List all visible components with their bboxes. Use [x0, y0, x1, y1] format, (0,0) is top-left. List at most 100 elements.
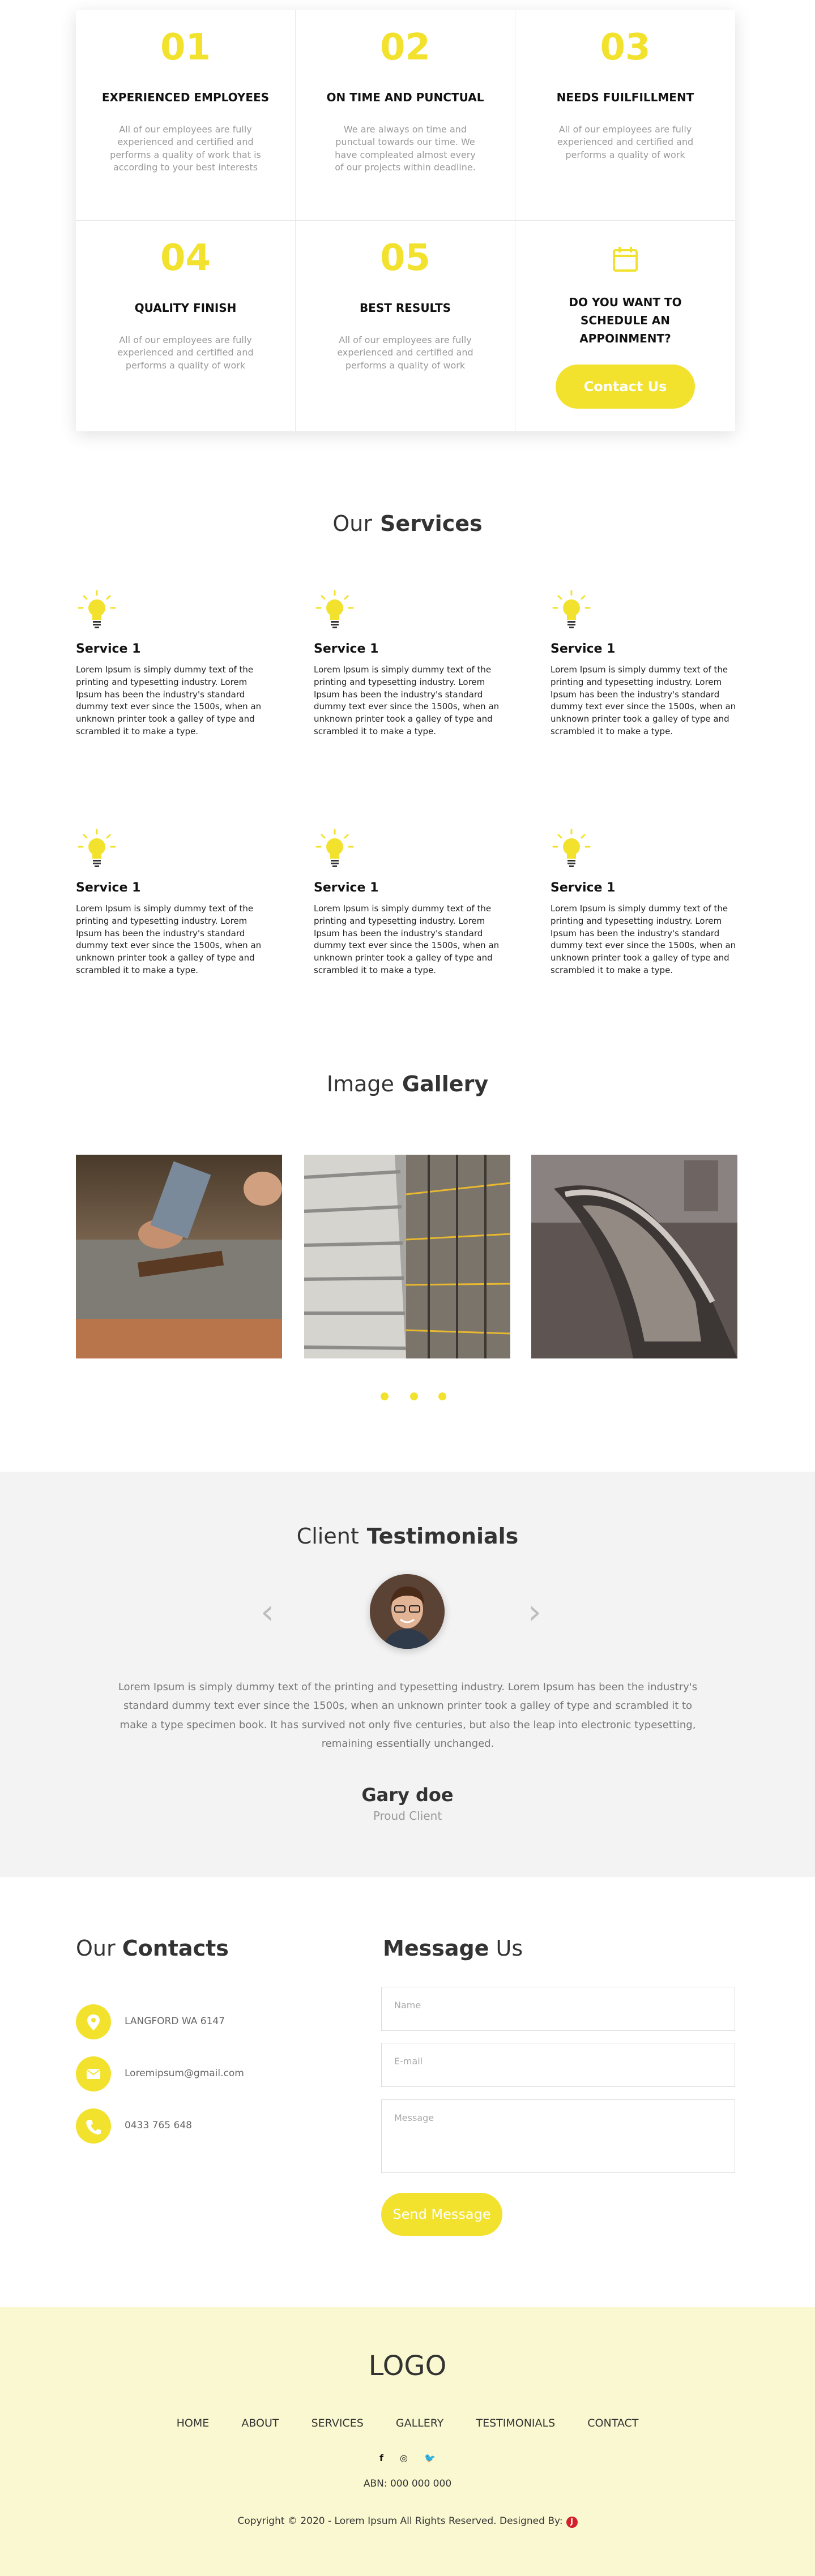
instagram-icon[interactable]: ◎ [400, 2453, 408, 2463]
email-field[interactable]: E-mail [381, 2043, 735, 2087]
feature-desc: All of our employees are fully experienc… [337, 335, 473, 371]
contacts-heading-light: Our [76, 1936, 116, 1961]
lightbulb-icon [552, 590, 591, 628]
service-text: Lorem Ipsum is simply dummy text of the … [76, 665, 262, 736]
schedule-title: DO YOU WANT TO SCHEDULE AN APPOINMENT? [569, 295, 682, 345]
gallery-image-concrete-trowel[interactable] [76, 1155, 282, 1358]
service-title: Service 1 [314, 642, 379, 656]
feature-number: 03 [600, 27, 651, 68]
service-item: Service 1 Lorem Ipsum is simply dummy tex… [314, 828, 506, 977]
gallery-image-concrete-pour[interactable] [531, 1155, 737, 1358]
service-title: Service 1 [76, 642, 141, 656]
contacts-heading: Our Contacts [76, 1936, 229, 1961]
message-heading-bold: Message [383, 1936, 489, 1961]
feature-desc: All of our employees are fully experienc… [557, 124, 694, 160]
service-text: Lorem Ipsum is simply dummy text of the … [551, 665, 736, 736]
feature-desc: We are always on time and punctual towar… [335, 124, 476, 173]
location-pin-icon [76, 2004, 111, 2039]
feature-number: 05 [379, 237, 431, 279]
feature-title: EXPERIENCED EMPLOYEES [101, 91, 270, 104]
service-text: Lorem Ipsum is simply dummy text of the … [314, 903, 500, 975]
message-heading-light: Us [496, 1936, 523, 1961]
testimonials-heading-light: Client [296, 1524, 359, 1549]
services-heading: Our Services [0, 511, 815, 536]
name-field[interactable]: Name [381, 1987, 735, 2031]
service-title: Service 1 [551, 642, 616, 656]
lightbulb-icon [315, 590, 354, 628]
feature-title: NEEDS FUILFILLMENT [556, 91, 694, 104]
contact-email[interactable]: Loremipsum@gmail.com [125, 2068, 244, 2079]
service-title: Service 1 [551, 881, 616, 895]
message-field[interactable]: Message [381, 2099, 735, 2173]
service-item: Service 1 Lorem Ipsum is simply dummy tex… [76, 828, 268, 977]
testimonial-quote: Lorem Ipsum is simply dummy text of the … [118, 1681, 698, 1750]
lightbulb-icon [78, 829, 116, 867]
lightbulb-icon [78, 590, 116, 628]
contact-us-button[interactable]: Contact Us [556, 365, 695, 409]
footer-copyright: Copyright © 2020 - Lorem Ipsum All Right… [0, 2515, 815, 2528]
footer-abn: ABN: 000 000 000 [363, 2478, 452, 2489]
copyright-text: Copyright © 2020 - Lorem Ipsum All Right… [237, 2515, 563, 2527]
lightbulb-icon [552, 829, 591, 867]
footer [0, 2307, 815, 2576]
testimonial-role: Proud Client [373, 1809, 442, 1823]
gallery-dot[interactable] [381, 1392, 389, 1400]
twitter-icon[interactable]: 🐦 [424, 2453, 436, 2463]
calendar-icon [613, 247, 638, 272]
feature-item: 05 BEST RESULTS All of our employees are… [296, 221, 515, 431]
feature-item: 04 QUALITY FINISH All of our employees a… [76, 221, 296, 431]
service-item: Service 1 Lorem Ipsum is simply dummy tex… [551, 589, 743, 738]
feature-desc: All of our employees are fully experienc… [117, 335, 254, 371]
feature-number: 04 [160, 237, 211, 279]
feature-desc: All of our employees are fully experienc… [110, 124, 261, 173]
next-arrow-icon[interactable]: › [528, 1595, 541, 1629]
phone-icon [76, 2108, 111, 2144]
schedule-item: DO YOU WANT TO SCHEDULE AN APPOINMENT? C… [515, 221, 735, 431]
footer-nav-services[interactable]: SERVICES [312, 2417, 364, 2429]
service-item: Service 1 Lorem Ipsum is simply dummy tex… [551, 828, 743, 977]
service-item: Service 1 Lorem Ipsum is simply dummy tex… [314, 589, 506, 738]
footer-nav-home[interactable]: HOME [177, 2417, 210, 2429]
feature-item: 01 EXPERIENCED EMPLOYEES All of our empl… [76, 10, 296, 221]
service-text: Lorem Ipsum is simply dummy text of the … [76, 903, 262, 975]
service-item: Service 1 Lorem Ipsum is simply dummy tex… [76, 589, 268, 738]
service-text: Lorem Ipsum is simply dummy text of the … [314, 665, 500, 736]
service-text: Lorem Ipsum is simply dummy text of the … [551, 903, 736, 975]
prev-arrow-icon[interactable]: ‹ [261, 1595, 274, 1629]
footer-nav-contact[interactable]: CONTACT [587, 2417, 638, 2429]
footer-nav-gallery[interactable]: GALLERY [396, 2417, 444, 2429]
footer-nav-about[interactable]: ABOUT [241, 2417, 279, 2429]
contact-phone[interactable]: 0433 765 648 [125, 2120, 192, 2131]
message-heading: Message Us [383, 1936, 523, 1961]
gallery-heading-bold: Gallery [402, 1071, 489, 1096]
feature-title: ON TIME AND PUNCTUAL [326, 91, 484, 104]
contacts-heading-bold: Contacts [122, 1936, 229, 1961]
footer-nav: HOME ABOUT SERVICES GALLERY TESTIMONIALS… [0, 2417, 815, 2429]
services-heading-bold: Services [380, 511, 483, 536]
feature-item: 02 ON TIME AND PUNCTUAL We are always on… [296, 10, 515, 221]
lightbulb-icon [315, 829, 354, 867]
avatar [370, 1574, 445, 1649]
gallery-dot[interactable] [410, 1392, 418, 1400]
testimonials-heading: Client Testimonials [0, 1524, 815, 1549]
feature-number: 02 [379, 27, 431, 68]
footer-nav-testimonials[interactable]: TESTIMONIALS [476, 2417, 555, 2429]
testimonial-name: Gary doe [361, 1784, 454, 1806]
gallery-heading-light: Image [326, 1071, 394, 1096]
envelope-icon [76, 2056, 111, 2091]
send-message-button[interactable]: Send Message [381, 2193, 502, 2236]
feature-number: 01 [160, 27, 211, 68]
feature-title: QUALITY FINISH [134, 301, 237, 315]
testimonials-heading-bold: Testimonials [366, 1524, 519, 1549]
facebook-icon[interactable]: f [379, 2453, 383, 2463]
gallery-heading: Image Gallery [0, 1071, 815, 1096]
designer-logo-icon[interactable]: J [566, 2517, 578, 2528]
service-title: Service 1 [76, 881, 141, 895]
features-card: 01 EXPERIENCED EMPLOYEES All of our empl… [76, 10, 735, 431]
footer-logo[interactable]: LOGO [0, 2350, 815, 2382]
gallery-image-building[interactable] [304, 1155, 510, 1358]
contact-address: LANGFORD WA 6147 [125, 2016, 225, 2027]
gallery-dot[interactable] [438, 1392, 446, 1400]
services-heading-light: Our [332, 511, 373, 536]
service-title: Service 1 [314, 881, 379, 895]
